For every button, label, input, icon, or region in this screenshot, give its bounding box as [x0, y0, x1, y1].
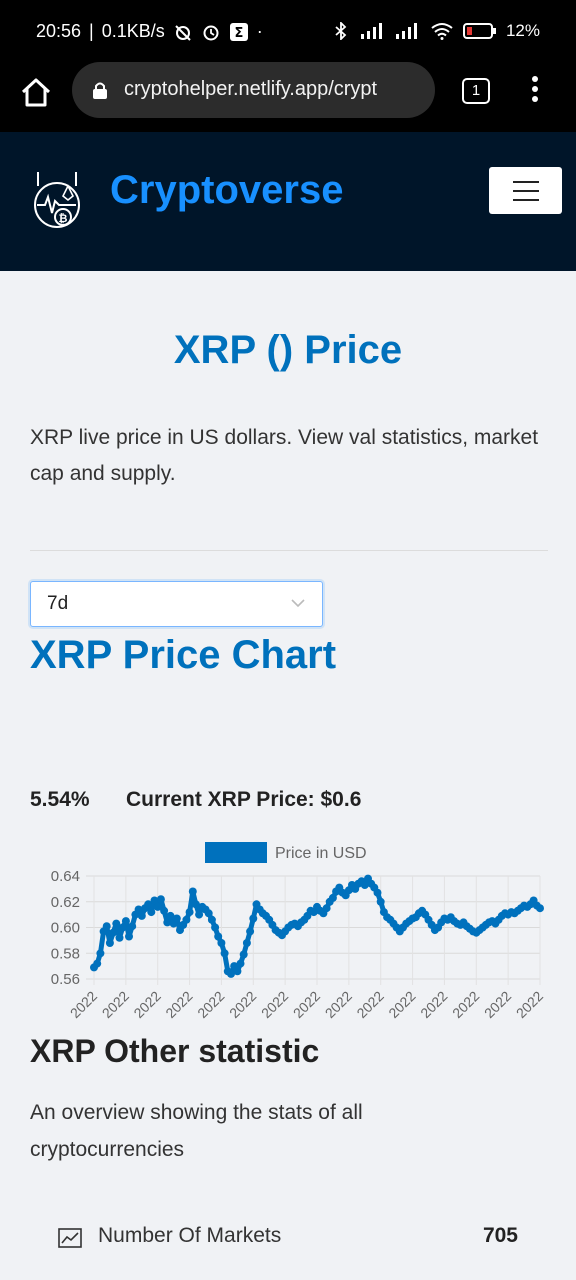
cryptoverse-logo-icon: ₿	[34, 172, 80, 228]
y-tick-label: 0.60	[51, 920, 80, 937]
divider	[30, 550, 548, 551]
bluetooth-icon	[335, 22, 347, 40]
tab-switcher-button[interactable]: 1	[462, 78, 490, 104]
url-text: cryptohelper.netlify.app/crypt	[124, 78, 378, 100]
coin-description: XRP live price in US dollars. View val s…	[30, 426, 539, 485]
x-tick-label: 2022	[99, 988, 132, 1021]
svg-text:Σ: Σ	[234, 26, 243, 41]
data-point	[125, 932, 133, 941]
data-point	[160, 906, 169, 915]
data-point	[96, 949, 105, 958]
data-point	[182, 915, 191, 924]
alarm-off-icon	[175, 24, 191, 41]
x-tick-label: 2022	[290, 988, 323, 1021]
current-price: Current XRP Price: $0.6	[126, 788, 362, 811]
x-tick-label: 2022	[513, 988, 546, 1021]
x-tick-label: 2022	[194, 988, 227, 1021]
coin-title: XRP () Price	[173, 328, 403, 372]
data-point	[207, 915, 216, 924]
x-tick-label: 2022	[481, 988, 514, 1021]
x-tick-label: 2022	[162, 988, 195, 1021]
battery-icon	[462, 23, 496, 39]
brand-name[interactable]: Cryptoverse	[110, 168, 343, 213]
stock-chart-icon	[58, 1228, 82, 1248]
y-tick-label: 0.62	[51, 894, 80, 911]
data-point	[195, 910, 204, 919]
data-point	[137, 911, 146, 920]
signal-icon-2	[395, 23, 417, 39]
legend-swatch	[205, 842, 267, 863]
stat-row-markets: Number Of Markets 705	[58, 1222, 518, 1256]
status-time: 20:56	[36, 21, 82, 41]
x-tick-label: 2022	[417, 988, 450, 1021]
sigma-app-icon: Σ	[229, 22, 248, 41]
y-tick-label: 0.64	[51, 868, 80, 885]
data-point	[249, 914, 258, 923]
x-tick-label: 2022	[67, 988, 100, 1021]
data-point	[376, 897, 385, 906]
data-point	[217, 939, 226, 947]
x-tick-label: 2022	[449, 988, 482, 1021]
hamburger-menu-button[interactable]	[489, 167, 562, 214]
time-period-value: 7d	[47, 593, 69, 614]
x-tick-label: 2022	[258, 988, 291, 1021]
data-point	[109, 928, 118, 937]
price-line-chart: 0.560.580.600.620.6420222022202220222022…	[51, 842, 546, 1021]
data-point	[128, 922, 137, 931]
home-icon[interactable]	[18, 75, 54, 111]
data-point	[172, 914, 181, 923]
stats-heading: XRP Other statistic	[30, 1033, 320, 1069]
status-right: 12%	[331, 21, 540, 41]
y-tick-label: 0.58	[51, 945, 80, 962]
data-point	[536, 904, 544, 913]
chevron-down-icon	[291, 599, 305, 608]
battery-percent: 12%	[505, 21, 540, 40]
legend-label: Price in USD	[275, 845, 367, 862]
data-point	[239, 950, 248, 959]
data-point	[242, 939, 251, 947]
data-point	[246, 927, 255, 936]
time-period-select[interactable]: 7d	[30, 581, 323, 627]
data-point	[115, 933, 124, 942]
x-tick-label: 2022	[226, 988, 259, 1021]
navbar: ₿ Cryptoverse	[0, 132, 576, 271]
data-point	[373, 888, 382, 897]
x-tick-label: 2022	[322, 988, 355, 1021]
status-net-speed: 0.1KB/s	[101, 21, 165, 41]
alarm-icon	[203, 25, 219, 40]
stats-description: An overview showing the stats of all cry…	[30, 1101, 363, 1161]
price-chart-heading: XRP Price Chart	[30, 633, 337, 677]
address-bar[interactable]: cryptohelper.netlify.app/crypt	[72, 62, 435, 118]
data-point	[105, 939, 114, 947]
lock-icon	[93, 82, 107, 99]
status-left: 20:56 | 0.1KB/s Σ ·	[36, 21, 263, 42]
data-point	[185, 908, 194, 917]
data-point	[147, 908, 156, 917]
y-tick-label: 0.56	[51, 971, 80, 988]
data-point	[121, 917, 130, 926]
data-point	[188, 887, 197, 896]
signal-icon-1	[360, 23, 382, 39]
x-tick-label: 2022	[353, 988, 386, 1021]
data-point	[233, 967, 242, 976]
status-separator: |	[89, 21, 94, 41]
status-bar: 20:56 | 0.1KB/s Σ · 12%	[0, 0, 576, 58]
price-change: 5.54%	[30, 788, 90, 811]
wifi-icon	[431, 23, 453, 40]
status-dot-icon: ·	[256, 21, 263, 41]
data-point	[211, 923, 220, 932]
data-point	[156, 895, 165, 904]
svg-text:₿: ₿	[59, 212, 68, 225]
x-tick-label: 2022	[130, 988, 163, 1021]
browser-menu-icon[interactable]	[530, 76, 540, 106]
stat-label: Number Of Markets	[98, 1224, 282, 1247]
x-tick-label: 2022	[385, 988, 418, 1021]
data-point	[220, 949, 229, 958]
data-point	[236, 959, 245, 968]
stat-value: 705	[482, 1224, 518, 1247]
data-point	[102, 922, 111, 931]
browser-toolbar: cryptohelper.netlify.app/crypt 1	[0, 58, 576, 132]
data-point	[93, 959, 102, 968]
